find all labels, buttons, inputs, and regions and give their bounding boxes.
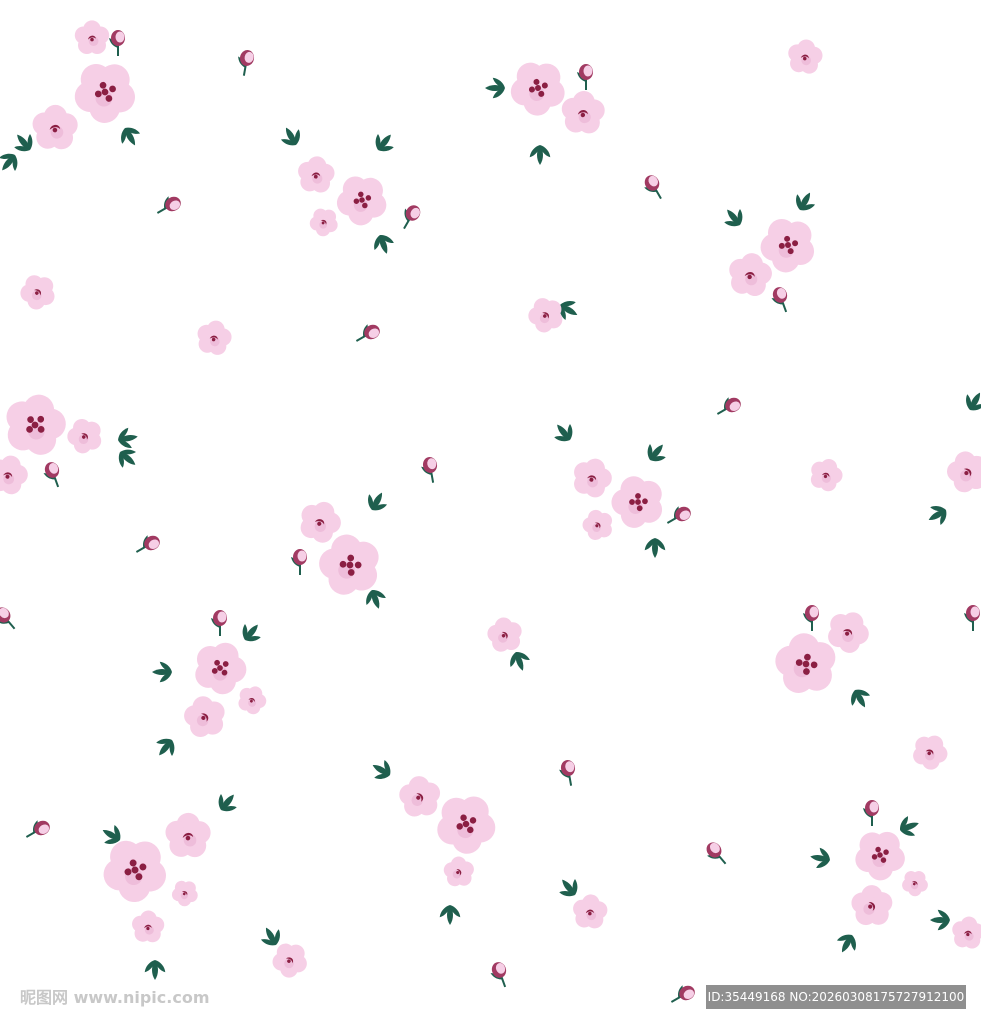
flower-bud <box>559 760 576 786</box>
leaf-sprig <box>375 132 395 153</box>
flower-bud <box>863 800 879 826</box>
leaf-sprig <box>372 232 396 255</box>
pink-blossom <box>165 812 211 858</box>
pink-blossom <box>897 864 934 901</box>
leaf-sprig <box>142 958 168 980</box>
pink-blossom <box>560 89 606 135</box>
pink-blossom <box>907 728 954 775</box>
flowers-layer <box>0 20 981 1003</box>
pink-blossom <box>394 770 448 824</box>
flower-bud <box>0 607 16 630</box>
pink-blossom <box>167 874 204 911</box>
flower-bud <box>43 462 60 488</box>
flower-bud <box>716 397 741 415</box>
flower-bud <box>706 842 727 865</box>
pink-blossom <box>178 689 234 745</box>
flower-bud <box>670 985 695 1003</box>
leaf-sprig <box>647 442 667 463</box>
pink-blossom <box>31 104 79 150</box>
pink-blossom <box>92 825 180 913</box>
flower-bud <box>291 549 307 575</box>
leaf-sprig <box>13 132 33 153</box>
leaf-sprig <box>280 126 302 148</box>
pink-blossom <box>568 453 617 502</box>
leaf-sprig <box>152 659 174 685</box>
leaf-sprig <box>723 207 743 228</box>
leaf-sprig <box>366 491 388 513</box>
leaf-sprig <box>849 687 871 709</box>
flower-bud <box>403 205 421 230</box>
image-id-bar: ID:35449168 NO:20260308175727912100 <box>706 985 966 1009</box>
pink-blossom <box>0 450 33 498</box>
leaf-sprig <box>527 143 553 165</box>
leaf-sprig <box>485 75 507 101</box>
pink-blossom <box>440 852 479 892</box>
flower-bud <box>25 820 50 838</box>
leaf-sprig <box>437 903 463 925</box>
pink-blossom <box>61 411 110 460</box>
leaf-sprig <box>508 649 532 672</box>
leaf-sprig <box>964 391 981 413</box>
leaf-sprig <box>116 426 139 451</box>
flower-bud <box>156 196 181 214</box>
flower-bud <box>421 457 438 483</box>
pink-blossom <box>603 465 675 538</box>
flower-bud <box>964 605 980 631</box>
flower-bud <box>490 962 507 988</box>
leaf-sprig <box>642 536 668 558</box>
site-watermark: 昵图网 www.nipic.com <box>20 988 210 1007</box>
leaf-sprig <box>927 504 949 526</box>
flower-bud <box>238 50 255 76</box>
leaf-sprig <box>242 622 262 643</box>
leaf-sprig <box>371 759 393 781</box>
pink-blossom <box>940 443 981 500</box>
pink-blossom <box>482 611 529 658</box>
flower-bud <box>355 324 380 342</box>
flower-bud <box>135 535 160 553</box>
leaf-sprig <box>930 907 952 933</box>
pink-blossom <box>328 164 398 234</box>
pink-blossom <box>847 879 899 932</box>
leaf-sprig <box>809 846 832 871</box>
pink-blossom <box>193 317 235 358</box>
leaf-sprig <box>553 422 573 443</box>
pink-blossom <box>950 914 981 950</box>
pink-blossom <box>296 154 337 194</box>
leaf-sprig <box>897 814 920 838</box>
flower-bud <box>803 605 819 631</box>
pink-blossom <box>785 37 825 76</box>
floral-pattern <box>0 20 981 1003</box>
leaf-sprig <box>155 737 175 758</box>
flower-bud <box>211 610 227 636</box>
leaf-sprig <box>119 125 141 147</box>
flower-bud <box>771 287 788 313</box>
leaf-sprig <box>836 932 858 954</box>
pink-blossom <box>233 681 271 718</box>
leaf-sprig <box>558 877 578 898</box>
pink-blossom <box>571 892 609 930</box>
pink-blossom <box>805 453 847 495</box>
flower-bud <box>109 30 125 56</box>
pink-blossom <box>577 503 620 546</box>
pink-blossom <box>74 20 110 54</box>
leaf-sprig <box>794 191 816 213</box>
pink-blossom <box>0 387 72 460</box>
pink-blossom <box>131 909 165 943</box>
flower-bud <box>666 506 691 524</box>
pink-blossom <box>14 267 63 316</box>
flower-bud <box>577 64 593 90</box>
flower-bud <box>644 175 662 200</box>
leaf-sprig <box>218 792 238 813</box>
